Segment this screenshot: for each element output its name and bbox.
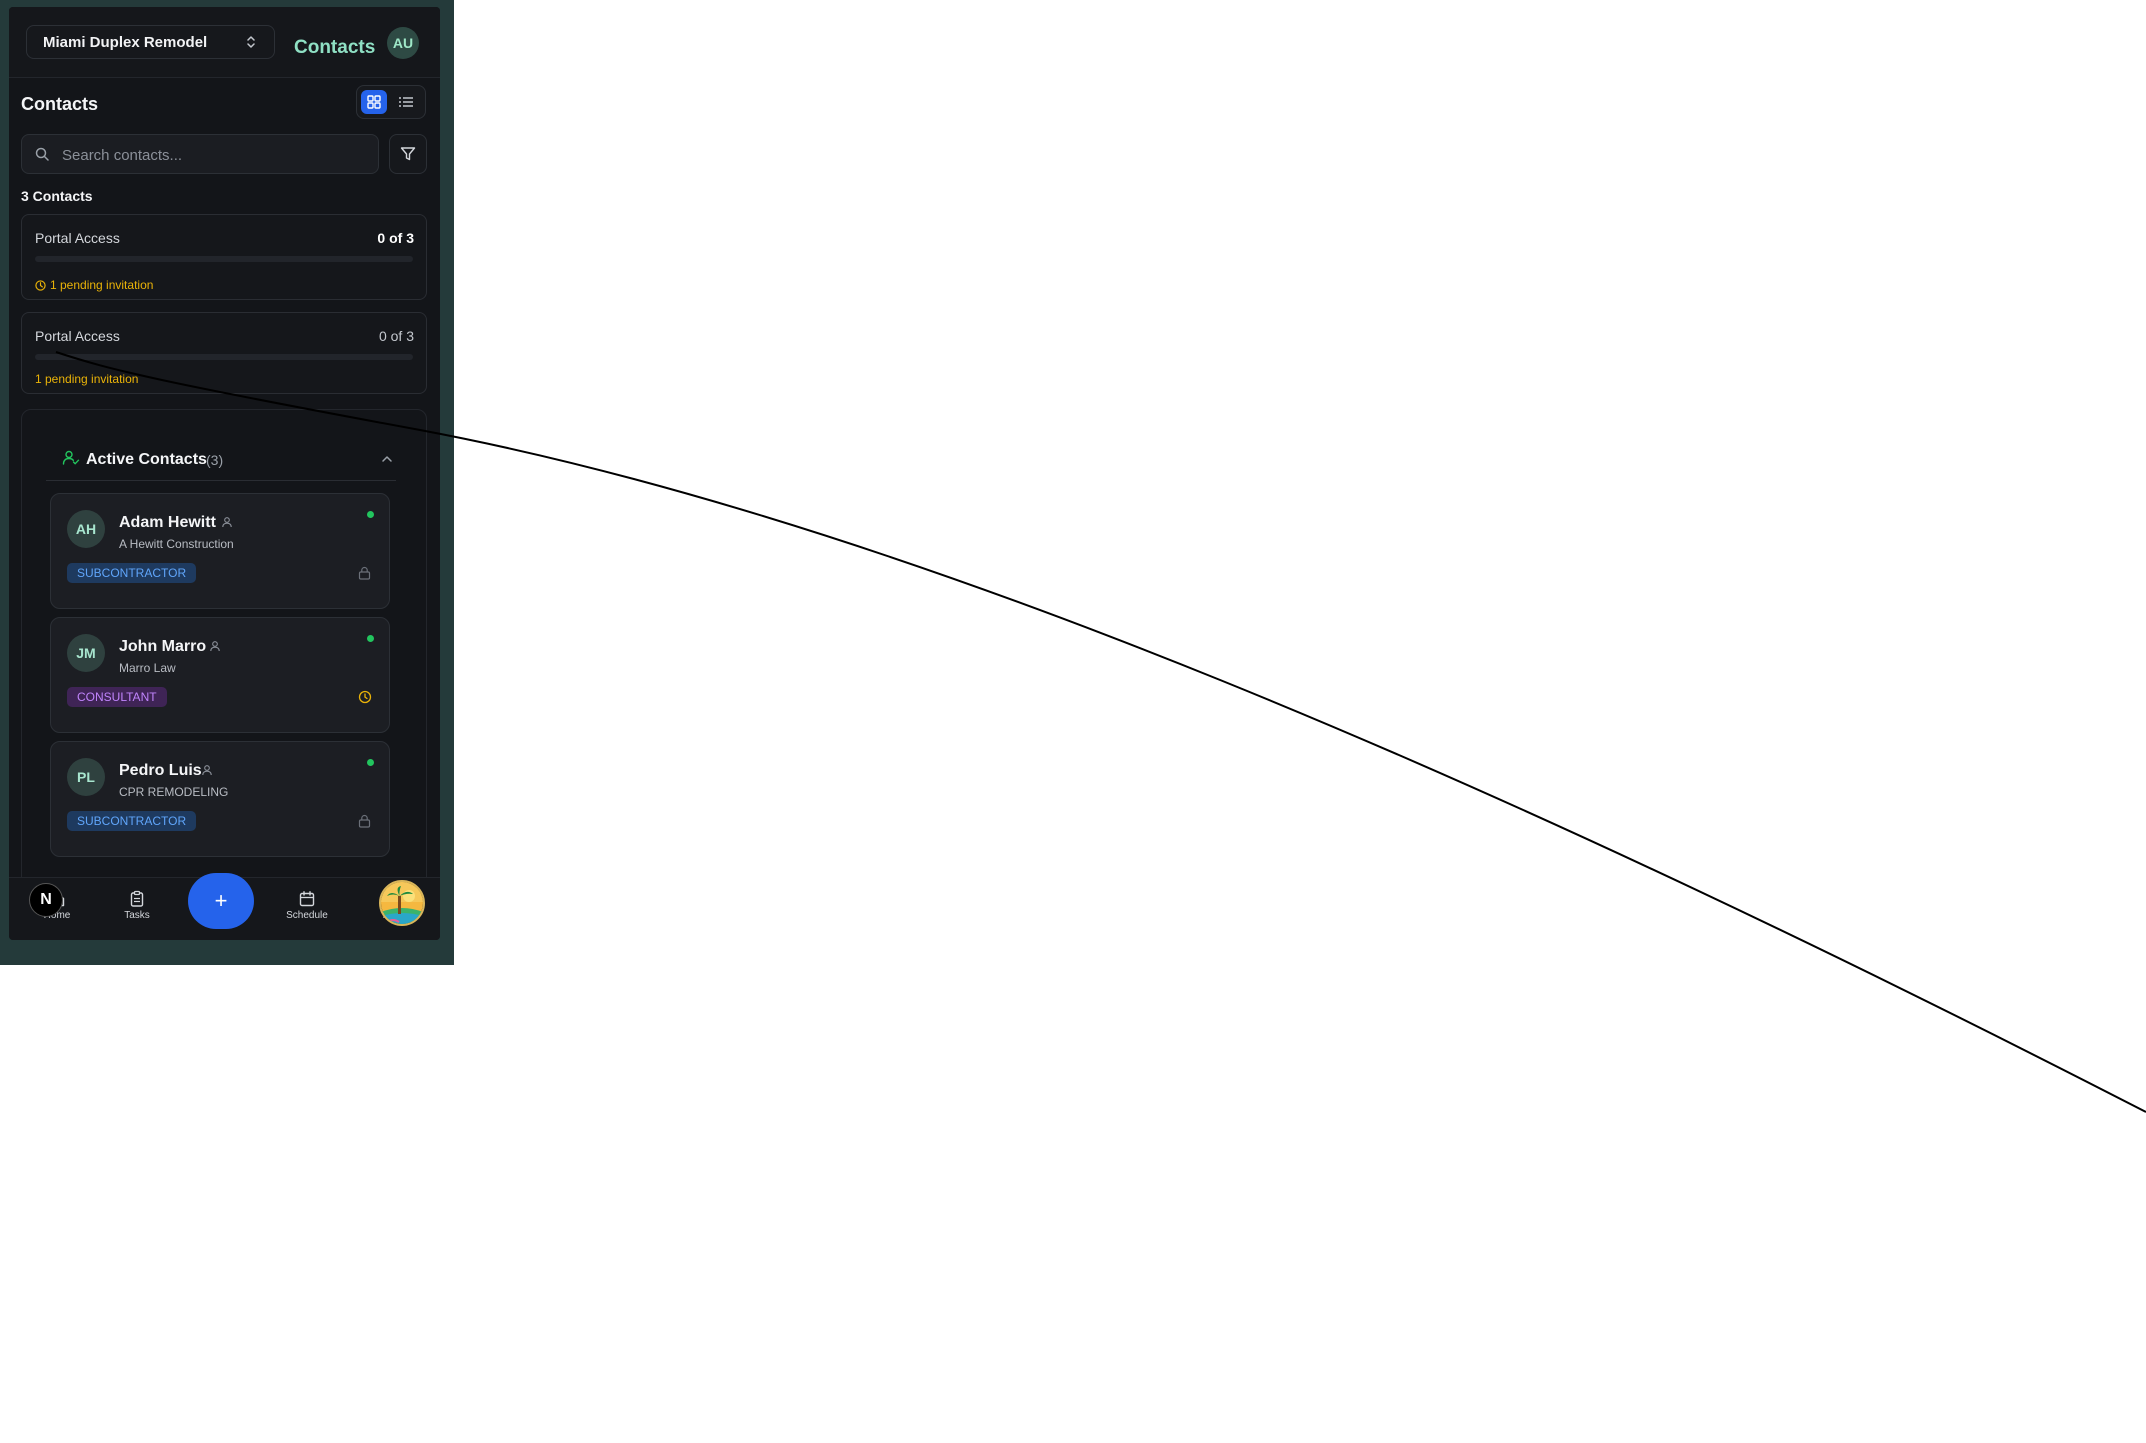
add-button[interactable]: + [188,873,254,929]
contact-avatar: AH [67,510,105,548]
contact-avatar: PL [67,758,105,796]
lock-icon [358,566,371,580]
pending-invitation-text: 1 pending invitation [35,372,139,386]
portal-access-label: Portal Access [35,230,120,246]
search-box [21,134,379,175]
project-name: Miami Duplex Remodel [43,33,208,51]
portal-access-value: 0 of 3 [378,328,414,344]
role-badge: CONSULTANT [67,687,167,707]
chevron-up-icon[interactable] [380,452,394,466]
calendar-icon [299,891,315,907]
nav-schedule-label: Schedule [286,910,328,921]
contact-name: Pedro Luis [119,762,202,779]
top-header: Miami Duplex Remodel Contacts AU [9,7,440,78]
lock-icon [358,814,371,828]
grid-view-button[interactable] [361,90,387,114]
portal-access-value: 0 of 3 [377,230,414,246]
portal-access-progress [35,354,413,360]
contact-company: A Hewitt Construction [119,537,234,551]
pending-invitation: 1 pending invitation [35,372,138,386]
pending-invitation: 1 pending invitation [35,278,153,292]
contact-card[interactable]: PL Pedro Luis CPR REMODELING SUBCONTRACT… [50,741,390,857]
dev-tools-badge[interactable]: N [29,883,63,917]
user-check-icon [62,450,80,465]
contact-company: CPR REMODELING [119,785,229,799]
portal-access-card: Portal Access 0 of 3 1 pending invitatio… [21,312,427,394]
page-title: Contacts [21,94,99,114]
filter-button[interactable] [389,134,427,174]
device-frame: Miami Duplex Remodel Contacts AU Contact… [0,0,454,965]
list-view-button[interactable] [393,90,419,114]
active-contacts-header[interactable]: Active Contacts (3) [46,444,396,481]
clock-icon [35,279,46,291]
nav-schedule[interactable]: Schedule [277,890,337,921]
person-icon [210,641,220,652]
role-badge: SUBCONTRACTOR [67,811,197,831]
online-indicator [367,511,374,518]
pending-invitation-text: 1 pending invitation [50,278,154,292]
grid-icon [367,95,381,109]
portal-access-label: Portal Access [35,328,120,344]
person-icon [222,517,232,528]
nav-tasks-label: Tasks [124,910,150,921]
section-count: (3) [206,452,224,468]
nav-tasks[interactable]: Tasks [107,890,167,921]
contact-card[interactable]: JM John Marro Marro Law CONSULTANT [50,617,390,733]
list-icon [399,97,413,107]
portal-access-progress [35,256,413,262]
search-input[interactable] [60,135,364,175]
portal-access-card: Portal Access 0 of 3 1 pending invitatio… [21,214,427,300]
online-indicator [367,759,374,766]
clipboard-icon [130,890,144,907]
search-icon [35,147,49,161]
contact-card[interactable]: AH Adam Hewitt A Hewitt Construction SUB… [50,493,390,609]
tropical-avatar-image [381,882,423,924]
contact-name: John Marro [119,638,207,655]
section-title: Active Contacts [86,451,207,468]
user-avatar[interactable]: AU [387,27,419,59]
role-badge: SUBCONTRACTOR [67,563,197,583]
online-indicator [367,635,374,642]
clock-icon [358,690,372,704]
contacts-count: 3 Contacts [21,188,93,204]
contact-avatar: JM [67,634,105,672]
chevron-up-down-icon [247,36,255,48]
contact-company: Marro Law [119,661,176,675]
header-title: Contacts [294,37,376,58]
person-icon [202,765,212,776]
project-selector[interactable]: Miami Duplex Remodel [26,25,275,59]
app-window: Miami Duplex Remodel Contacts AU Contact… [9,7,440,940]
view-toggle [356,85,426,119]
contact-name: Adam Hewitt [119,514,216,531]
profile-picture[interactable] [379,880,425,926]
filter-icon [400,147,416,161]
